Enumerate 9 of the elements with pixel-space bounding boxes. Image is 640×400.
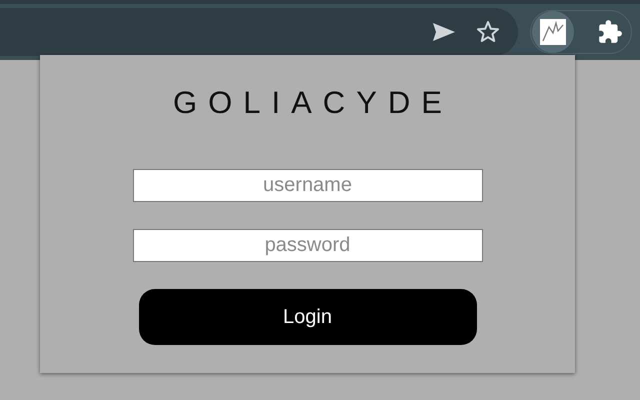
login-button[interactable]: Login — [138, 289, 476, 345]
username-field[interactable]: username — [132, 169, 482, 202]
chart-icon — [540, 19, 566, 45]
password-field[interactable]: password — [132, 229, 482, 262]
app-title: GOLIACYDE — [173, 85, 453, 121]
send-icon[interactable] — [432, 22, 456, 42]
puzzle-icon[interactable] — [597, 19, 623, 45]
extension-button[interactable] — [532, 11, 574, 53]
star-icon[interactable] — [476, 20, 500, 44]
